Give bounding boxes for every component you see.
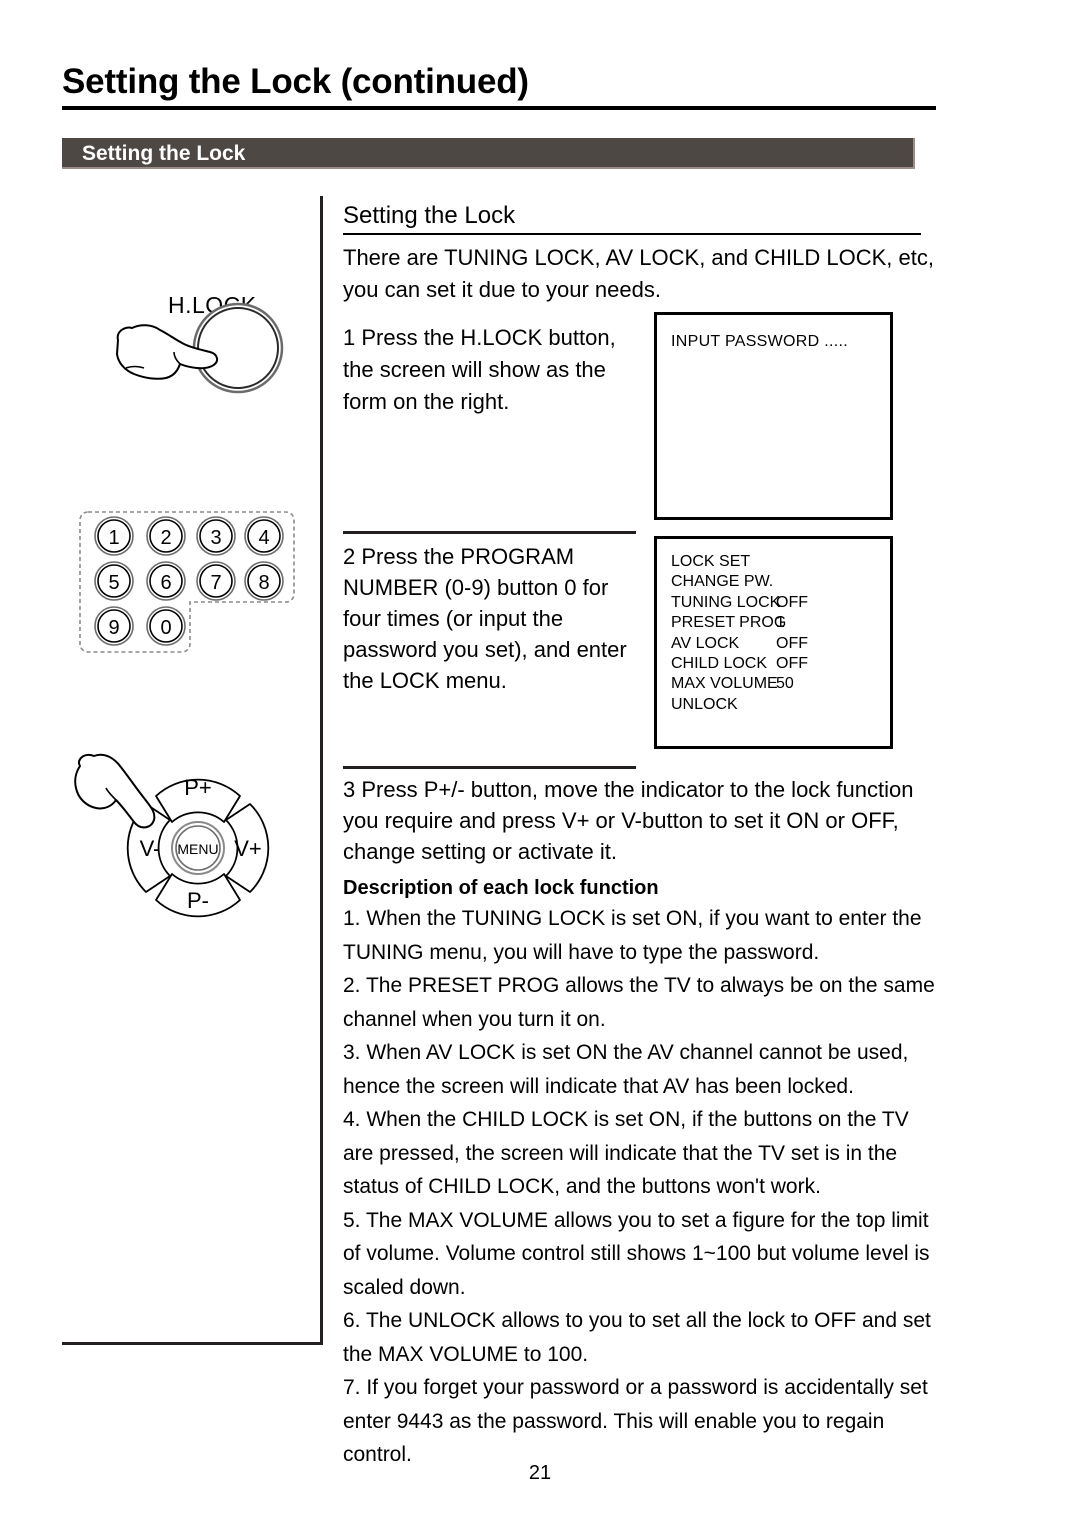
osd-lock-menu-list: LOCK SET CHANGE PW. TUNING LOCK OFF PRES…	[671, 552, 881, 715]
keypad-key-1[interactable]: 1	[94, 516, 134, 556]
pointing-hand-icon	[74, 753, 156, 829]
description-item: 7. If you forget your password or a pass…	[343, 1376, 928, 1466]
keypad-key-7[interactable]: 7	[196, 561, 236, 601]
hlock-button-inner-ring	[197, 307, 279, 389]
page-number: 21	[528, 1462, 552, 1484]
title-divider	[62, 106, 936, 110]
direction-pad-illustration: P+ P- V- V+ MENU	[74, 753, 270, 918]
osd-menu-row-lock-set[interactable]: LOCK SET	[671, 552, 881, 572]
osd-menu-value: OFF	[776, 634, 808, 652]
description-item: 1. When the TUNING LOCK is set ON, if yo…	[343, 907, 922, 964]
hlock-button-illustration	[116, 302, 284, 394]
osd-menu-label: TUNING LOCK	[671, 593, 781, 611]
dpad-button-v-plus[interactable]: V+	[225, 803, 270, 893]
keypad-key-label: 8	[258, 572, 269, 594]
osd-lock-menu-screen: LOCK SET CHANGE PW. TUNING LOCK OFF PRES…	[654, 536, 893, 749]
step-2-divider	[343, 531, 636, 534]
osd-password-screen: INPUT PASSWORD .....	[654, 312, 893, 520]
osd-menu-row-av-lock[interactable]: AV LOCK OFF	[671, 634, 881, 654]
step-3-divider	[343, 766, 636, 769]
osd-menu-label: CHANGE PW.	[671, 573, 774, 591]
section-subtitle: Setting the Lock	[343, 202, 516, 229]
keypad-key-0[interactable]: 0	[146, 606, 186, 646]
dpad-button-p-minus[interactable]: P-	[155, 873, 241, 918]
osd-password-prompt: INPUT PASSWORD .....	[671, 333, 848, 350]
keypad-key-3[interactable]: 3	[196, 516, 236, 556]
keypad-key-label: 2	[160, 527, 171, 549]
page-title: Setting the Lock (continued)	[62, 62, 529, 101]
keypad-key-4[interactable]: 4	[244, 516, 284, 556]
dpad-label-up: P+	[184, 775, 212, 800]
osd-menu-row-max-volume[interactable]: MAX VOLUME 50	[671, 674, 881, 694]
intro-paragraph: There are TUNING LOCK, AV LOCK, and CHIL…	[343, 245, 934, 302]
numeric-keypad-illustration: 1 2 3 4 5 6 7 8 9 0	[79, 511, 295, 653]
osd-menu-label: LOCK SET	[671, 553, 751, 570]
description-item: 3. When AV LOCK is set ON the AV channel…	[343, 1041, 909, 1098]
keypad-key-label: 7	[210, 572, 221, 594]
keypad-key-label: 0	[160, 617, 171, 639]
description-heading: Description of each lock function	[343, 877, 659, 899]
osd-menu-row-preset-prog[interactable]: PRESET PROG 1	[671, 613, 881, 633]
osd-menu-row-change-pw[interactable]: CHANGE PW.	[671, 572, 881, 592]
subtitle-divider	[343, 233, 921, 235]
osd-menu-label: AV LOCK	[671, 634, 740, 652]
dpad-label-down: P-	[187, 888, 209, 913]
description-item: 2. The PRESET PROG allows the TV to alwa…	[343, 974, 935, 1031]
osd-menu-row-tuning-lock[interactable]: TUNING LOCK OFF	[671, 593, 881, 613]
description-item: 4. When the CHILD LOCK is set ON, if the…	[343, 1108, 909, 1198]
dpad-label-left: V-	[140, 836, 161, 861]
osd-menu-value: OFF	[776, 593, 808, 611]
osd-menu-row-unlock[interactable]: UNLOCK	[671, 695, 881, 715]
illustration-column-bottom-rule	[62, 1342, 323, 1345]
step-2-text: 2 Press the PROGRAM NUMBER (0-9) button …	[343, 544, 627, 693]
osd-menu-value: OFF	[776, 655, 808, 673]
keypad-key-5[interactable]: 5	[94, 561, 134, 601]
dpad-label-center: MENU	[177, 841, 218, 857]
osd-menu-label: PRESET PROG	[671, 614, 787, 632]
keypad-key-8[interactable]: 8	[244, 561, 284, 601]
keypad-key-2[interactable]: 2	[146, 516, 186, 556]
step-3-text: 3 Press P+/- button, move the indicator …	[343, 777, 914, 864]
dpad-button-menu[interactable]: MENU	[171, 821, 225, 875]
description-item: 5. The MAX VOLUME allows you to set a fi…	[343, 1208, 930, 1299]
illustration-column-divider	[320, 196, 323, 1345]
keypad-key-label: 3	[210, 527, 221, 549]
description-item: 6. The UNLOCK allows to you to set all t…	[343, 1309, 931, 1366]
dpad-label-right: V+	[234, 836, 262, 861]
keypad-key-label: 1	[108, 527, 119, 549]
dpad-button-p-plus[interactable]: P+	[155, 775, 241, 823]
keypad-key-label: 5	[108, 572, 119, 594]
section-header-bar: Setting the Lock	[62, 138, 915, 169]
osd-menu-label: CHILD LOCK	[671, 655, 768, 673]
osd-menu-label: UNLOCK	[671, 695, 738, 713]
osd-menu-row-child-lock[interactable]: CHILD LOCK OFF	[671, 654, 881, 674]
osd-menu-label: MAX VOLUME	[671, 675, 778, 693]
keypad-key-label: 9	[108, 617, 119, 639]
description-list: 1. When the TUNING LOCK is set ON, if yo…	[343, 902, 943, 1472]
keypad-key-label: 6	[160, 572, 171, 594]
keypad-key-6[interactable]: 6	[146, 561, 186, 601]
step-1-text: 1 Press the H.LOCK button, the screen wi…	[343, 325, 616, 414]
osd-menu-value: 50	[776, 675, 794, 693]
keypad-key-9[interactable]: 9	[94, 606, 134, 646]
section-header-label: Setting the Lock	[82, 142, 246, 165]
keypad-key-label: 4	[258, 527, 269, 549]
osd-menu-value: 1	[776, 614, 785, 632]
